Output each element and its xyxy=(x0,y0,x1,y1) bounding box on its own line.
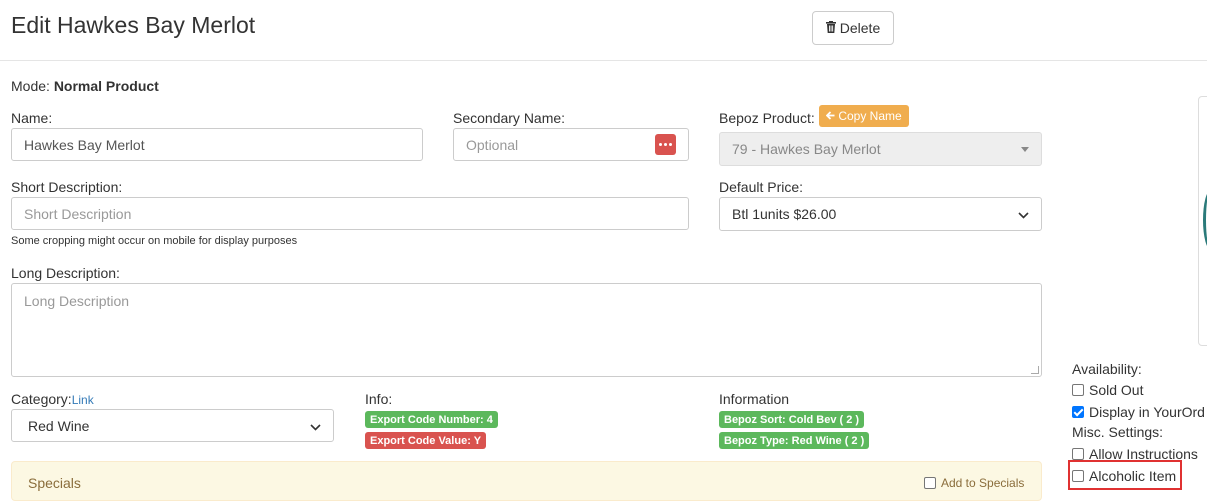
secondary-name-placeholder: Optional xyxy=(466,136,519,153)
page-title: Edit Hawkes Bay Merlot xyxy=(11,12,256,38)
category-label-row: Category:Link xyxy=(11,391,94,407)
information-label: Information xyxy=(719,391,790,407)
add-to-specials-row[interactable]: Add to Specials xyxy=(924,476,1024,490)
display-in-yourorder-checkbox[interactable] xyxy=(1072,406,1084,418)
short-description-placeholder: Short Description xyxy=(24,205,132,222)
availability-label: Availability: xyxy=(1072,361,1142,377)
resize-handle-icon[interactable] xyxy=(1031,366,1039,374)
trash-icon xyxy=(825,20,836,36)
name-label: Name: xyxy=(11,110,53,126)
mode-label: Mode: xyxy=(11,78,50,94)
long-description-placeholder: Long Description xyxy=(24,293,130,309)
default-price-label: Default Price: xyxy=(719,179,804,195)
long-description-label: Long Description: xyxy=(11,265,120,281)
category-label: Category: xyxy=(11,391,72,407)
bepoz-product-label: Bepoz Product: xyxy=(719,110,815,126)
bepoz-product-value: 79 - Hawkes Bay Merlot xyxy=(732,141,881,157)
short-description-help: Some cropping might occur on mobile for … xyxy=(11,235,298,247)
secondary-name-input[interactable]: Optional xyxy=(453,128,689,161)
chevron-down-icon xyxy=(1018,206,1029,222)
display-in-yourorder-row[interactable]: Display in YourOrd xyxy=(1072,404,1205,420)
bepoz-sort-badge: Bepoz Sort: Cold Bev ( 2 ) xyxy=(719,411,865,428)
misc-settings-label: Misc. Settings: xyxy=(1072,424,1164,440)
long-description-textarea[interactable]: Long Description xyxy=(11,283,1042,377)
name-input[interactable]: Hawkes Bay Merlot xyxy=(11,128,423,161)
info-label: Info: xyxy=(365,391,393,407)
add-to-specials-checkbox[interactable] xyxy=(924,477,936,489)
short-description-label: Short Description: xyxy=(11,179,123,195)
category-link[interactable]: Link xyxy=(72,393,94,407)
sold-out-label: Sold Out xyxy=(1089,382,1144,398)
copy-name-button[interactable]: Copy Name xyxy=(819,105,909,127)
secondary-name-label: Secondary Name: xyxy=(453,110,566,126)
display-in-yourorder-label: Display in YourOrd xyxy=(1089,404,1205,420)
mode-value: Normal Product xyxy=(53,78,159,94)
caret-down-icon xyxy=(1021,146,1029,152)
specials-panel: Specials Add to Specials xyxy=(11,461,1042,501)
add-to-specials-label: Add to Specials xyxy=(941,476,1025,490)
password-manager-icon[interactable] xyxy=(655,134,676,155)
arrow-left-icon xyxy=(826,109,835,123)
bepoz-type-badge: Bepoz Type: Red Wine ( 2 ) xyxy=(719,432,870,449)
default-price-select[interactable]: Btl 1units $26.00 xyxy=(719,197,1042,231)
name-input-value: Hawkes Bay Merlot xyxy=(24,136,145,153)
allow-instructions-checkbox[interactable] xyxy=(1072,448,1084,460)
chevron-down-icon xyxy=(310,418,321,434)
export-code-number-badge: Export Code Number: 4 xyxy=(365,411,498,428)
sold-out-row[interactable]: Sold Out xyxy=(1072,382,1143,398)
delete-button-label: Delete xyxy=(839,20,881,36)
mode-row: Mode: Normal Product xyxy=(11,78,159,94)
delete-button[interactable]: Delete xyxy=(812,11,894,45)
short-description-input[interactable]: Short Description xyxy=(11,197,689,230)
category-value: Red Wine xyxy=(28,417,90,434)
export-code-value-badge: Export Code Value: Y xyxy=(365,432,487,449)
header-divider xyxy=(0,60,1207,61)
alcoholic-item-highlight xyxy=(1068,460,1182,490)
category-select[interactable]: Red Wine xyxy=(11,409,334,442)
copy-name-label: Copy Name xyxy=(838,109,902,123)
bepoz-product-select[interactable]: 79 - Hawkes Bay Merlot xyxy=(719,132,1042,166)
default-price-value: Btl 1units $26.00 xyxy=(732,206,837,222)
sold-out-checkbox[interactable] xyxy=(1072,384,1084,396)
